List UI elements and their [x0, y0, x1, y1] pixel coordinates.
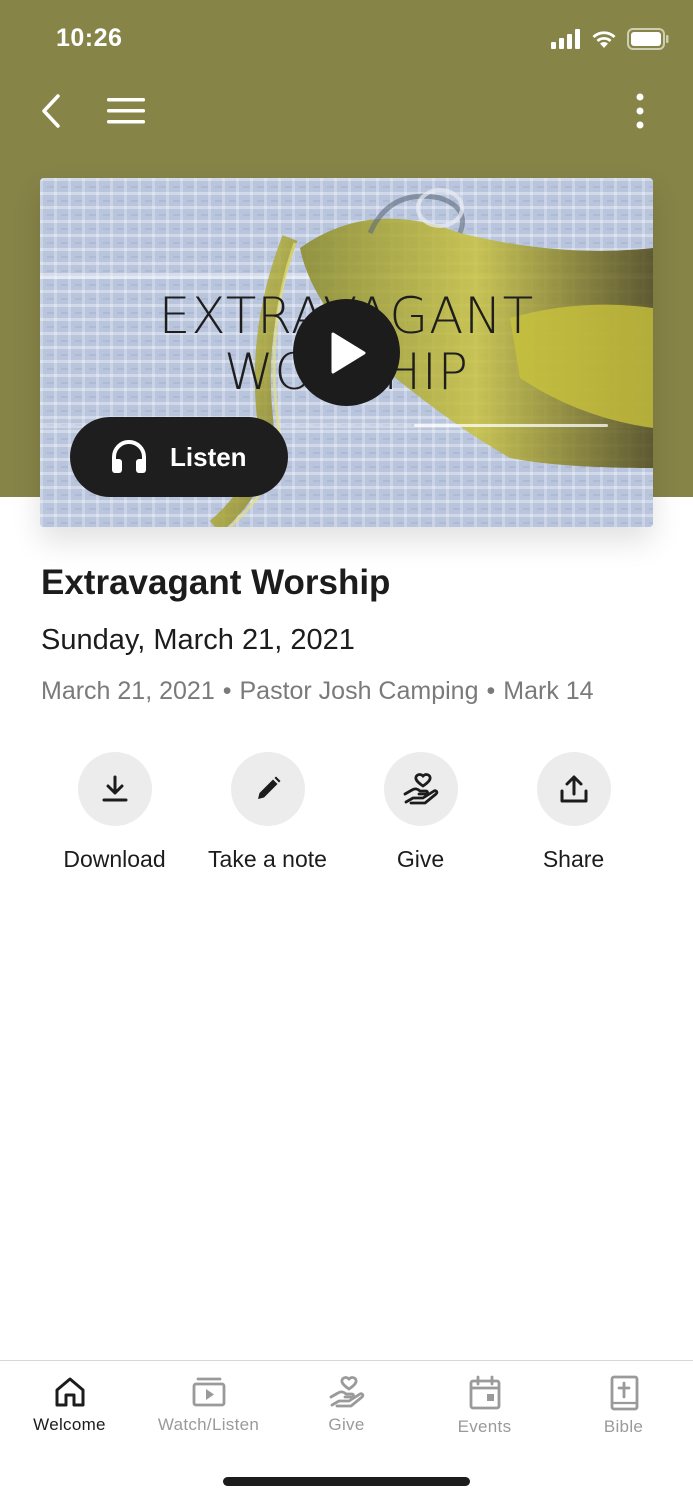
sermon-date: Sunday, March 21, 2021 [41, 624, 355, 656]
home-icon [55, 1377, 84, 1407]
tab-welcome[interactable]: Welcome [0, 1361, 139, 1461]
menu-button[interactable] [101, 86, 151, 136]
tab-label-welcome: Welcome [33, 1415, 106, 1434]
give-button[interactable]: Give [344, 752, 497, 873]
download-circle [77, 752, 152, 826]
listen-label: Listen [170, 441, 247, 472]
take-note-label: Take a note [208, 846, 327, 872]
give-circle [383, 752, 458, 826]
tab-events[interactable]: Events [415, 1361, 554, 1461]
status-time: 10:26 [56, 24, 123, 52]
share-icon [560, 775, 587, 803]
wifi-icon [592, 31, 616, 48]
sermon-actions: Download Take a note Give Share [38, 752, 654, 873]
battery-icon [627, 28, 669, 50]
share-label: Share [542, 846, 605, 872]
chevron-left-icon [42, 94, 60, 128]
more-vertical-icon [636, 93, 644, 129]
tab-label-give: Give [328, 1415, 365, 1434]
hand-heart-icon [329, 1376, 364, 1408]
more-options-button[interactable] [615, 86, 665, 136]
sermon-title: Extravagant Worship [41, 563, 391, 602]
download-icon [102, 775, 127, 802]
signal-icon [551, 29, 580, 49]
video-icon [192, 1377, 225, 1407]
take-note-button[interactable]: Take a note [191, 752, 344, 873]
share-circle [536, 752, 611, 826]
bible-icon [610, 1375, 638, 1411]
tab-watch-listen[interactable]: Watch/Listen [139, 1361, 278, 1461]
home-indicator [223, 1477, 470, 1486]
app-bar [0, 76, 693, 146]
sermon-meta: March 21, 2021 • Pastor Josh Camping • Mark … [41, 677, 594, 706]
tab-label-bible: Bible [603, 1417, 644, 1436]
sermon-media-card[interactable]: EXTRAVAGANT WORSHIP Listen [40, 178, 653, 527]
calendar-icon [469, 1375, 500, 1410]
meta-date: March 21, 2021 [41, 677, 215, 705]
download-button[interactable]: Download [38, 752, 191, 873]
status-bar: 10:26 [0, 0, 693, 76]
take-note-circle [230, 752, 305, 826]
meta-separator: • [486, 677, 496, 705]
give-label: Give [396, 846, 445, 872]
play-icon [331, 332, 365, 373]
tab-bible[interactable]: Bible [554, 1361, 693, 1461]
share-button[interactable]: Share [497, 752, 650, 873]
tab-label-watch-listen: Watch/Listen [157, 1415, 260, 1434]
meta-speaker[interactable]: Pastor Josh Camping [239, 677, 478, 705]
hamburger-icon [107, 98, 145, 124]
back-button[interactable] [26, 86, 76, 136]
pencil-icon [257, 776, 280, 799]
meta-separator: • [222, 677, 232, 705]
hand-heart-icon [403, 773, 438, 805]
artwork-divider [414, 424, 608, 427]
download-label: Download [63, 846, 166, 872]
tab-give[interactable]: Give [277, 1361, 416, 1461]
listen-button[interactable]: Listen [70, 417, 288, 497]
headphones-icon [112, 440, 146, 473]
status-icons [551, 28, 669, 50]
tab-label-events: Events [457, 1417, 512, 1436]
play-button[interactable] [293, 299, 400, 406]
meta-scripture[interactable]: Mark 14 [503, 677, 593, 705]
